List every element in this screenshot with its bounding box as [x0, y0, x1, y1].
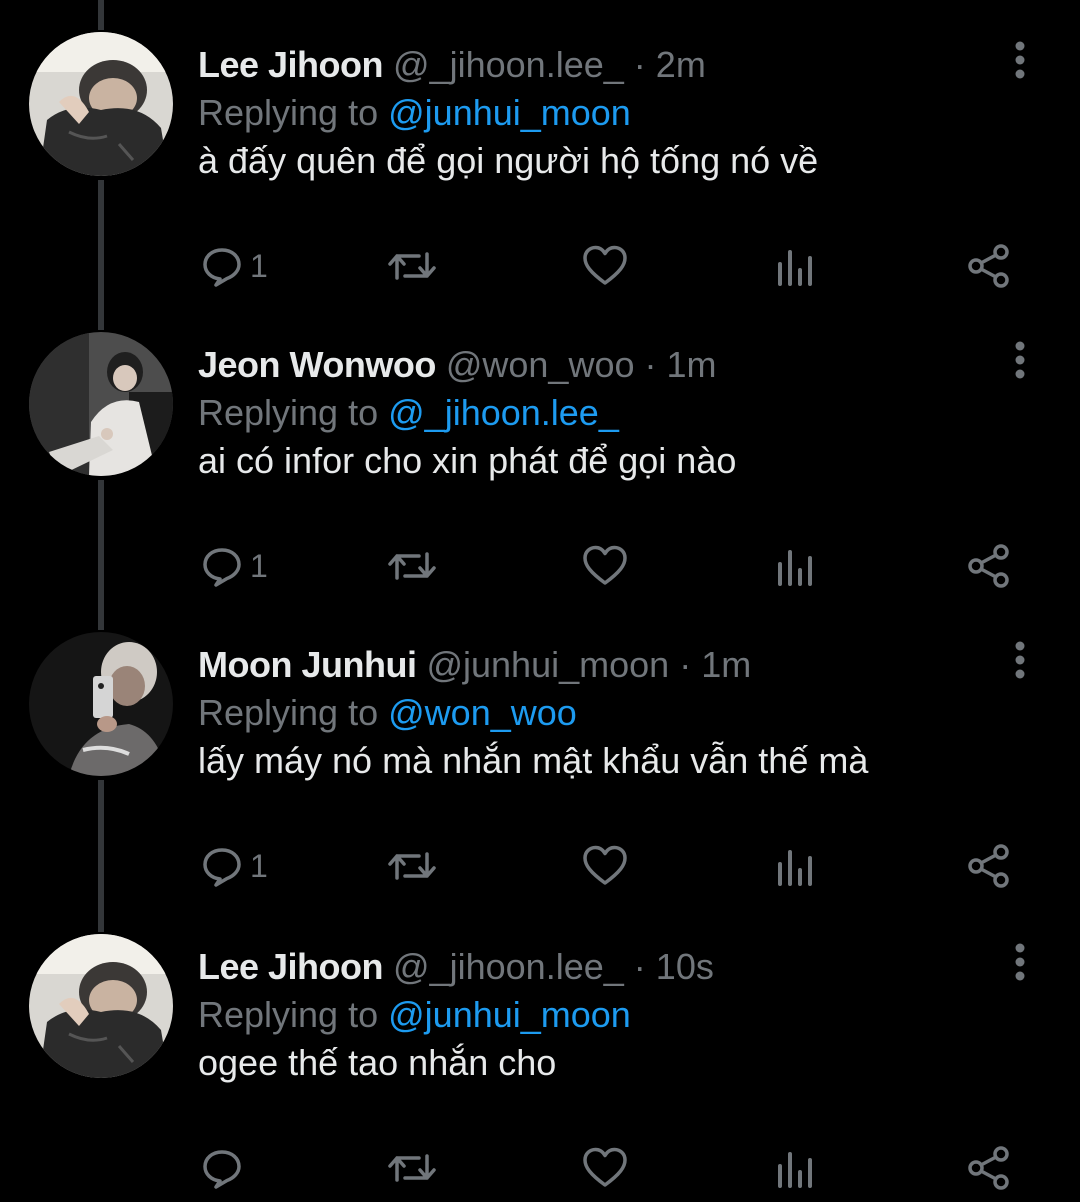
more-vertical-icon	[1015, 641, 1025, 679]
tweet-text: à đấy quên để gọi người hộ tống nó về	[198, 140, 819, 181]
reply-count: 1	[250, 547, 268, 584]
views-bar-chart-icon	[778, 550, 812, 586]
timestamp[interactable]: 1m	[701, 644, 751, 685]
replying-to-label: Replying to	[198, 692, 379, 733]
retweet-button[interactable]	[385, 844, 439, 888]
mention-link[interactable]: @_jihoon.lee_	[388, 392, 619, 433]
mention-link[interactable]: @won_woo	[388, 692, 577, 733]
reply-bubble-icon	[203, 848, 241, 887]
separator-dot: ·	[644, 344, 657, 385]
username[interactable]: @junhui_moon	[426, 644, 669, 685]
tweet-actions: 1	[0, 544, 1080, 588]
username[interactable]: @won_woo	[446, 344, 635, 385]
tweet[interactable]: Lee Jihoon @_jihoon.lee_ · 10s Replying …	[0, 902, 1080, 1202]
share-icon	[968, 544, 1009, 588]
reply-button[interactable]: 1	[200, 244, 268, 288]
display-name[interactable]: Moon Junhui	[198, 644, 417, 685]
views-button[interactable]	[776, 844, 816, 888]
share-icon	[968, 244, 1009, 288]
reply-bubble-icon	[203, 548, 241, 587]
tweet-text: lấy máy nó mà nhắn mật khẩu vẫn thế mà	[198, 740, 869, 781]
tweet-header: Lee Jihoon @_jihoon.lee_ · 10s	[198, 942, 714, 992]
tweet-header: Jeon Wonwoo @won_woo · 1m	[198, 340, 717, 390]
reply-button[interactable]	[200, 1146, 250, 1190]
display-name[interactable]: Lee Jihoon	[198, 946, 384, 987]
share-button[interactable]	[966, 244, 1012, 288]
views-bar-chart-icon	[778, 1152, 812, 1188]
share-icon	[968, 1146, 1009, 1190]
tweet-actions: 1	[0, 844, 1080, 888]
replying-to-label: Replying to	[198, 994, 379, 1035]
mention-link[interactable]: @junhui_moon	[388, 994, 631, 1035]
retweet-icon	[388, 252, 436, 280]
replying-to: Replying to @junhui_moon	[198, 992, 631, 1038]
heart-icon	[583, 1147, 627, 1187]
heart-icon	[583, 545, 627, 585]
share-button[interactable]	[966, 1146, 1012, 1190]
tweet-header: Moon Junhui @junhui_moon · 1m	[198, 640, 751, 690]
share-button[interactable]	[966, 844, 1012, 888]
tweet-actions	[0, 1146, 1080, 1190]
timestamp[interactable]: 2m	[656, 44, 706, 85]
retweet-button[interactable]	[385, 244, 439, 288]
avatar[interactable]	[29, 332, 173, 476]
replying-to: Replying to @won_woo	[198, 690, 577, 736]
separator-dot: ·	[633, 946, 646, 987]
reply-button[interactable]: 1	[200, 844, 268, 888]
like-button[interactable]	[582, 244, 628, 288]
timestamp[interactable]: 1m	[667, 344, 717, 385]
retweet-button[interactable]	[385, 1146, 439, 1190]
more-options-button[interactable]	[1000, 640, 1040, 680]
more-options-button[interactable]	[1000, 942, 1040, 982]
views-bar-chart-icon	[778, 250, 812, 286]
views-button[interactable]	[776, 1146, 816, 1190]
heart-icon	[583, 845, 627, 885]
retweet-icon	[388, 852, 436, 880]
reply-bubble-icon	[203, 248, 241, 287]
separator-dot: ·	[633, 44, 646, 85]
retweet-icon	[388, 1154, 436, 1182]
replying-to: Replying to @junhui_moon	[198, 90, 631, 136]
replying-to: Replying to @_jihoon.lee_	[198, 390, 619, 436]
share-icon	[968, 844, 1009, 888]
username[interactable]: @_jihoon.lee_	[393, 44, 624, 85]
username[interactable]: @_jihoon.lee_	[393, 946, 624, 987]
tweet-actions: 1	[0, 244, 1080, 288]
more-options-button[interactable]	[1000, 340, 1040, 380]
replying-to-label: Replying to	[198, 92, 379, 133]
more-vertical-icon	[1015, 41, 1025, 79]
retweet-icon	[388, 552, 436, 580]
reply-count: 1	[250, 847, 268, 884]
more-vertical-icon	[1015, 943, 1025, 981]
timestamp[interactable]: 10s	[656, 946, 714, 987]
like-button[interactable]	[582, 844, 628, 888]
tweet-text: ogee thế tao nhắn cho	[198, 1042, 557, 1083]
reply-button[interactable]: 1	[200, 544, 268, 588]
like-button[interactable]	[582, 1146, 628, 1190]
tweet[interactable]: Jeon Wonwoo @won_woo · 1m Replying to @_…	[0, 300, 1080, 600]
reply-bubble-icon	[203, 1150, 241, 1189]
views-button[interactable]	[776, 544, 816, 588]
display-name[interactable]: Jeon Wonwoo	[198, 344, 436, 385]
retweet-button[interactable]	[385, 544, 439, 588]
avatar[interactable]	[29, 934, 173, 1078]
more-options-button[interactable]	[1000, 40, 1040, 80]
reply-count: 1	[250, 247, 268, 284]
display-name[interactable]: Lee Jihoon	[198, 44, 384, 85]
views-button[interactable]	[776, 244, 816, 288]
replying-to-label: Replying to	[198, 392, 379, 433]
tweet-header: Lee Jihoon @_jihoon.lee_ · 2m	[198, 40, 706, 90]
share-button[interactable]	[966, 544, 1012, 588]
views-bar-chart-icon	[778, 850, 812, 886]
mention-link[interactable]: @junhui_moon	[388, 92, 631, 133]
tweet[interactable]: Lee Jihoon @_jihoon.lee_ · 2m Replying t…	[0, 0, 1080, 300]
tweet[interactable]: Moon Junhui @junhui_moon · 1m Replying t…	[0, 600, 1080, 900]
avatar[interactable]	[29, 32, 173, 176]
tweet-text: ai có infor cho xin phát để gọi nào	[198, 440, 737, 481]
more-vertical-icon	[1015, 341, 1025, 379]
like-button[interactable]	[582, 544, 628, 588]
separator-dot: ·	[679, 644, 692, 685]
heart-icon	[583, 245, 627, 285]
avatar[interactable]	[29, 632, 173, 776]
